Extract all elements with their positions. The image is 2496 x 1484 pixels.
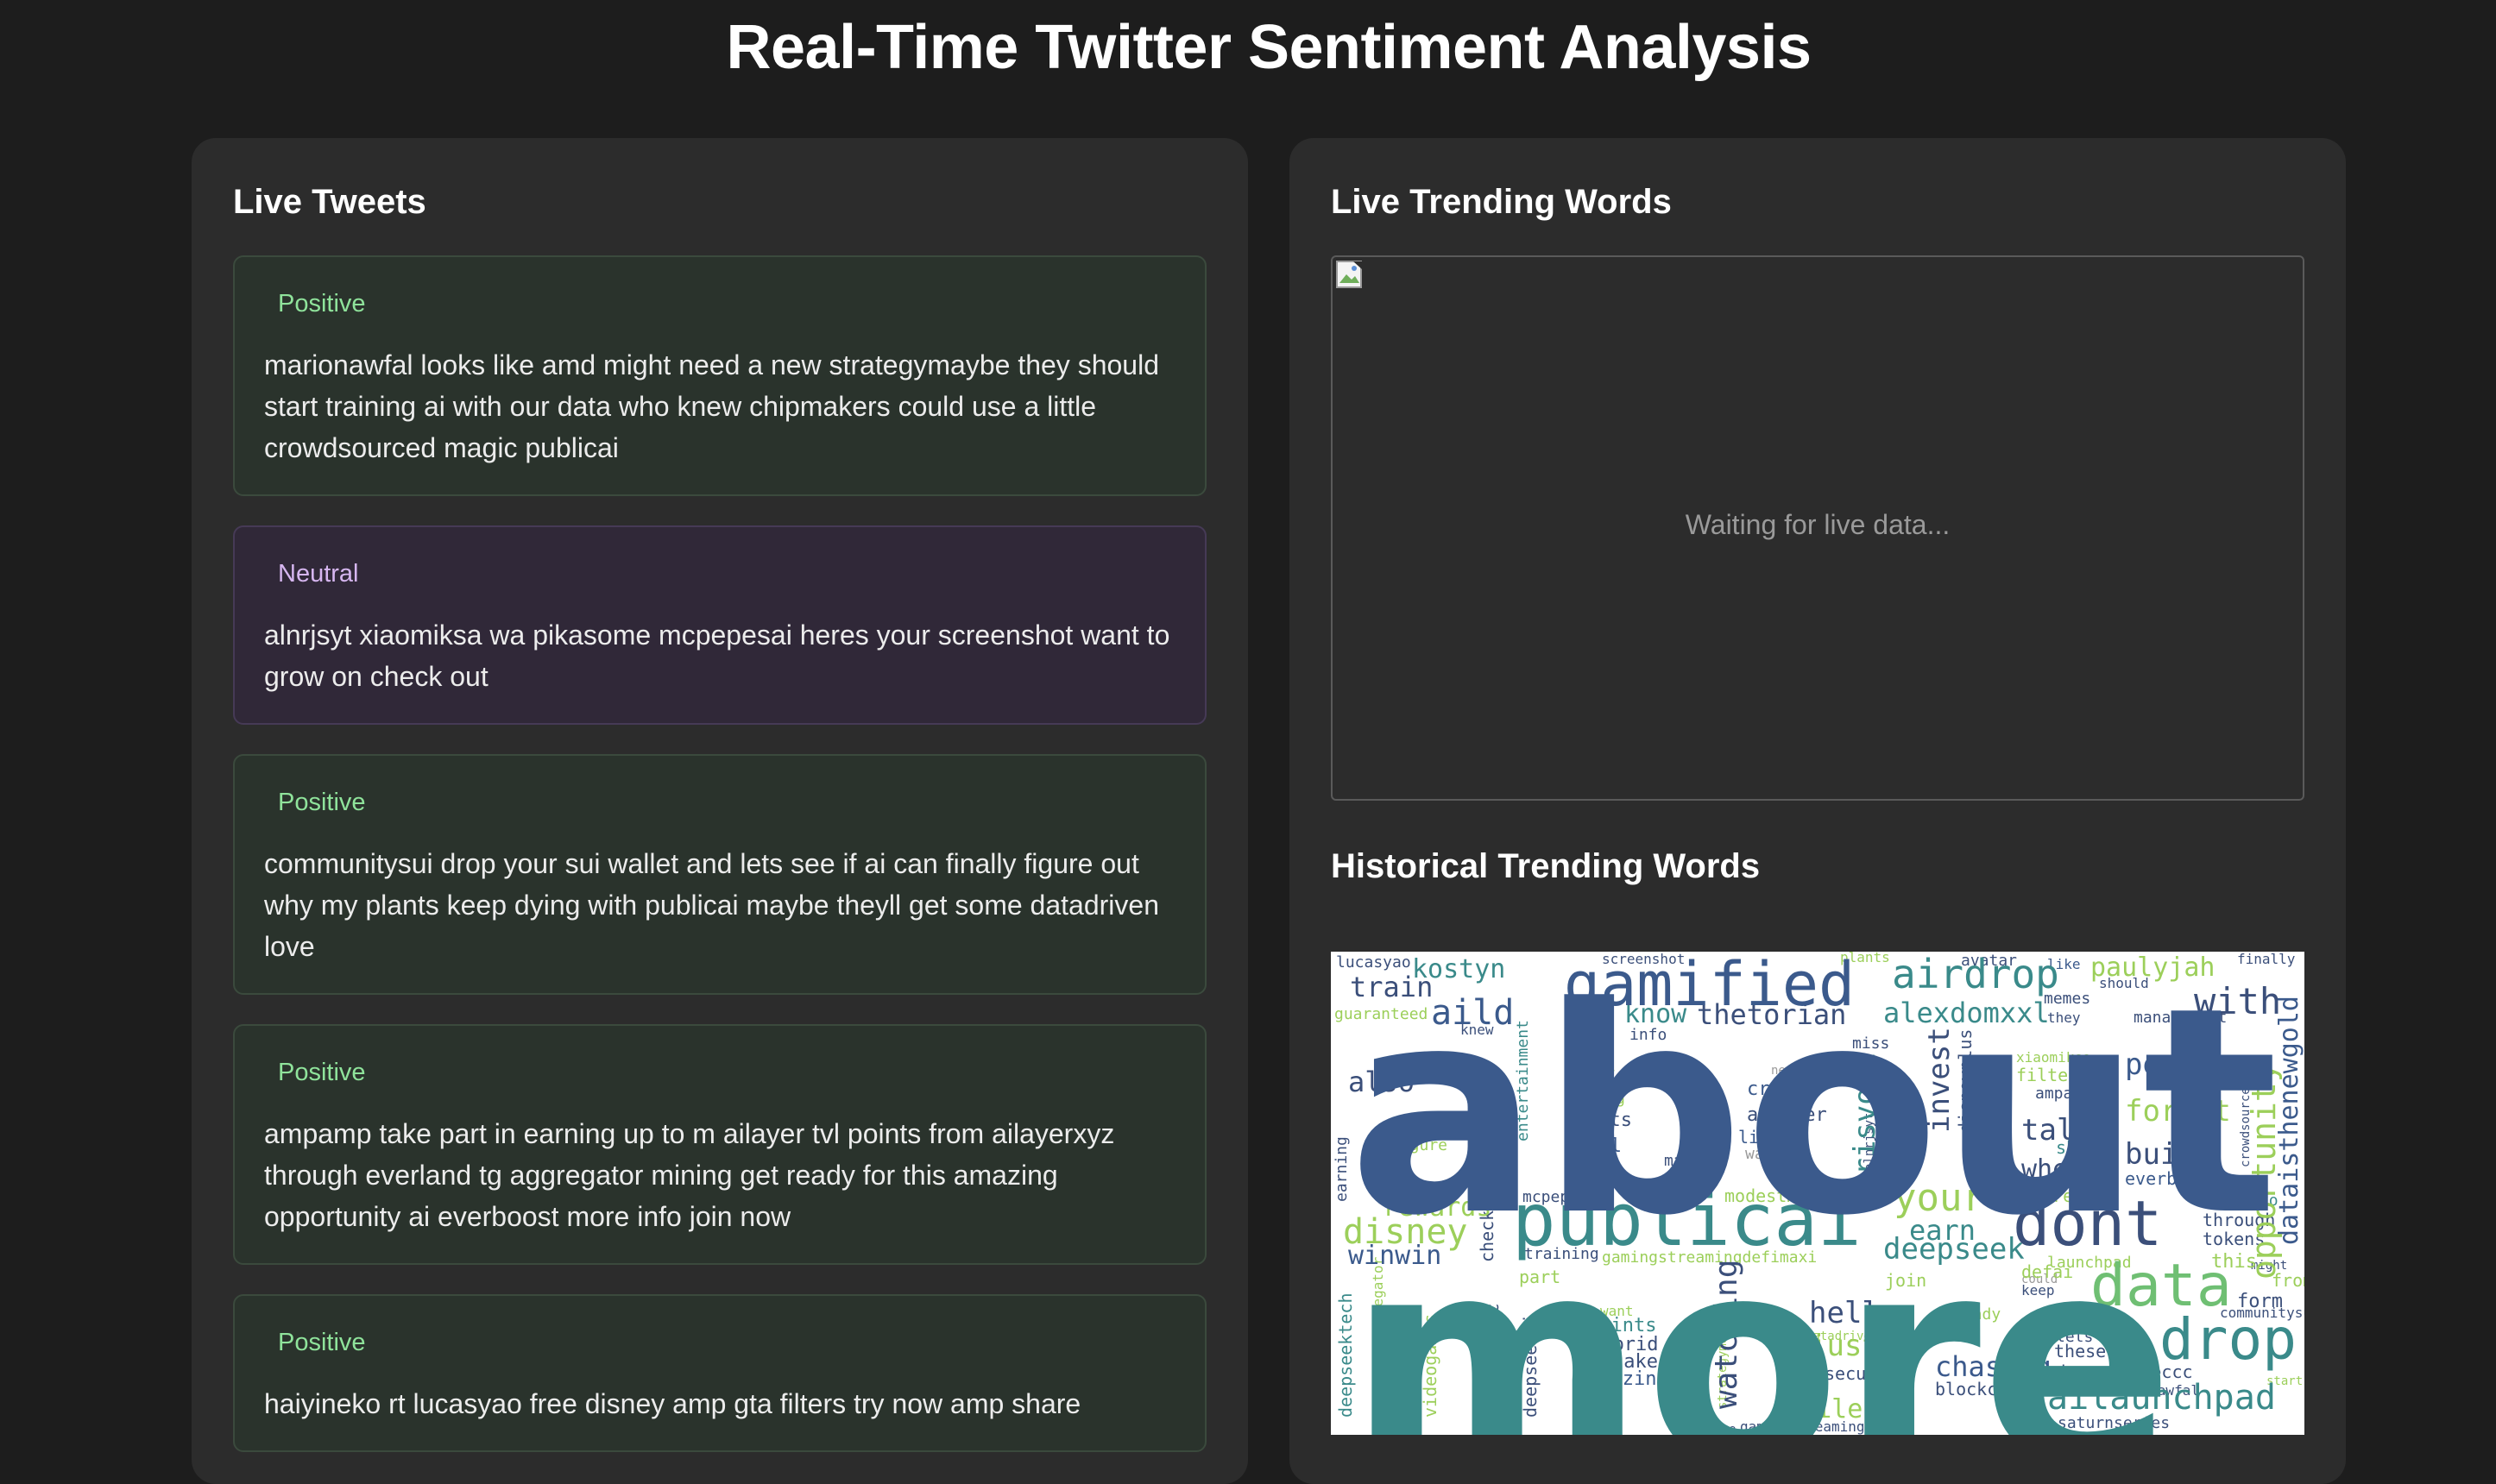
broken-image-icon: [1336, 261, 1362, 288]
live-tweets-heading: Live Tweets: [233, 183, 426, 221]
sentiment-label: Positive: [278, 1329, 366, 1356]
tweet-text: alnrjsyt xiaomiksa wa pikasome mcpepesai…: [264, 619, 1170, 692]
live-tweets-panel: Live Tweets Positive marionawfal looks l…: [192, 138, 1248, 1484]
sentiment-label: Neutral: [278, 560, 359, 588]
tweet-card: Positive haiyineko rt lucasyao free disn…: [233, 1294, 1207, 1452]
tweet-card: Positive communitysui drop your sui wall…: [233, 754, 1207, 995]
sentiment-label: Positive: [278, 1059, 366, 1086]
tweet-card: Positive marionawfal looks like amd migh…: [233, 255, 1207, 496]
tweet-text: communitysui drop your sui wallet and le…: [264, 848, 1159, 962]
page-title: Real-Time Twitter Sentiment Analysis: [726, 13, 1812, 82]
historical-trending-heading: Historical Trending Words: [1331, 847, 1761, 885]
trending-words-panel: Live Trending Words Waiting for live dat…: [1289, 138, 2346, 1484]
tweet-card: Positive ampamp take part in earning up …: [233, 1024, 1207, 1265]
wordcloud-svg: couldneedstrategymaybe theyll datadrivenal…: [1333, 952, 2304, 1435]
tweet-text: marionawfal looks like amd might need a …: [264, 349, 1159, 463]
waiting-text: Waiting for live data...: [1685, 509, 1951, 540]
live-trending-heading: Live Trending Words: [1331, 183, 1672, 221]
live-wordcloud-placeholder: Waiting for live data...: [1331, 255, 2304, 801]
sentiment-label: Positive: [278, 290, 366, 318]
sentiment-label: Positive: [278, 789, 366, 816]
tweet-text: ampamp take part in earning up to m aila…: [264, 1118, 1115, 1232]
tweet-list[interactable]: Positive marionawfal looks like amd migh…: [233, 255, 1207, 1481]
tweet-text: haiyineko rt lucasyao free disney amp gt…: [264, 1388, 1081, 1419]
tweet-card: Neutral alnrjsyt xiaomiksa wa pikasome m…: [233, 525, 1207, 725]
historical-wordcloud: could need strategymaybe theyll datadriven al…: [1331, 952, 2304, 1435]
wordcloud-word: more: [1348, 1197, 2174, 1435]
